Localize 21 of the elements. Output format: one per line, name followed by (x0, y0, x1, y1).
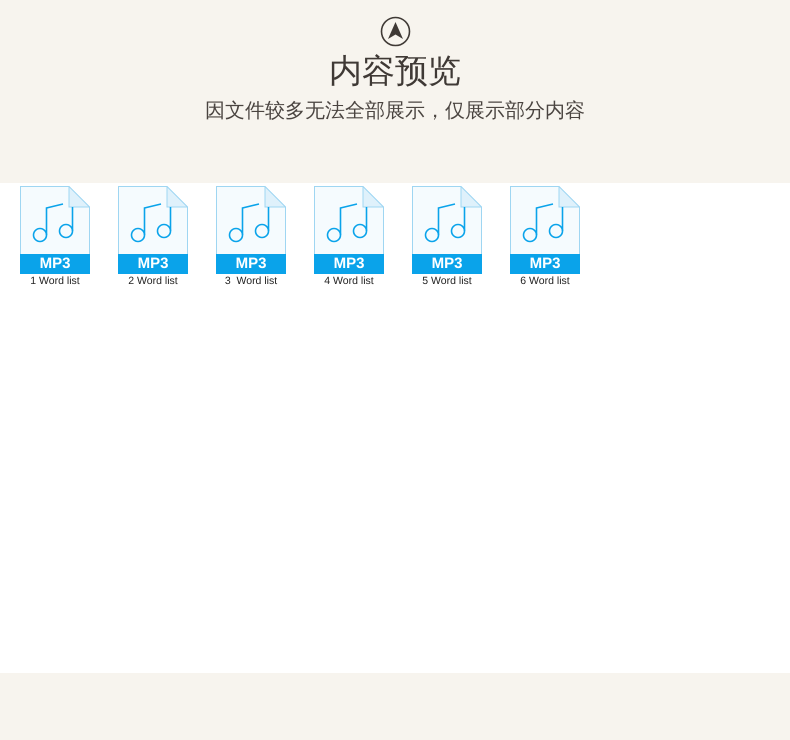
file-name[interactable]: 2 Word list (128, 275, 178, 287)
music-file-icon[interactable] (216, 186, 286, 254)
music-file-icon[interactable] (510, 186, 580, 254)
music-file-icon[interactable] (118, 186, 188, 254)
music-file-icon[interactable] (20, 186, 90, 254)
file-name[interactable]: 4 Word list (324, 275, 374, 287)
file-name[interactable]: 3 Word list (224, 275, 278, 287)
file-name[interactable]: 6 Word list (520, 275, 570, 287)
file-type-label: MP3 (118, 254, 188, 274)
file-type-label: MP3 (216, 254, 286, 274)
preview-title: 内容预览 (329, 51, 461, 91)
music-file-icon[interactable] (314, 186, 384, 254)
preview-subtitle: 因文件较多无法全部展示，仅展示部分内容 (205, 97, 585, 124)
file-type-label: MP3 (412, 254, 482, 274)
music-file-icon[interactable] (412, 186, 482, 254)
file-name[interactable]: 5 Word list (422, 275, 472, 287)
file-type-label: MP3 (510, 254, 580, 274)
file-name[interactable]: 1 Word list (30, 275, 80, 287)
scroll-up-icon[interactable] (380, 16, 410, 47)
file-type-label: MP3 (20, 254, 90, 274)
file-type-label: MP3 (314, 254, 384, 274)
